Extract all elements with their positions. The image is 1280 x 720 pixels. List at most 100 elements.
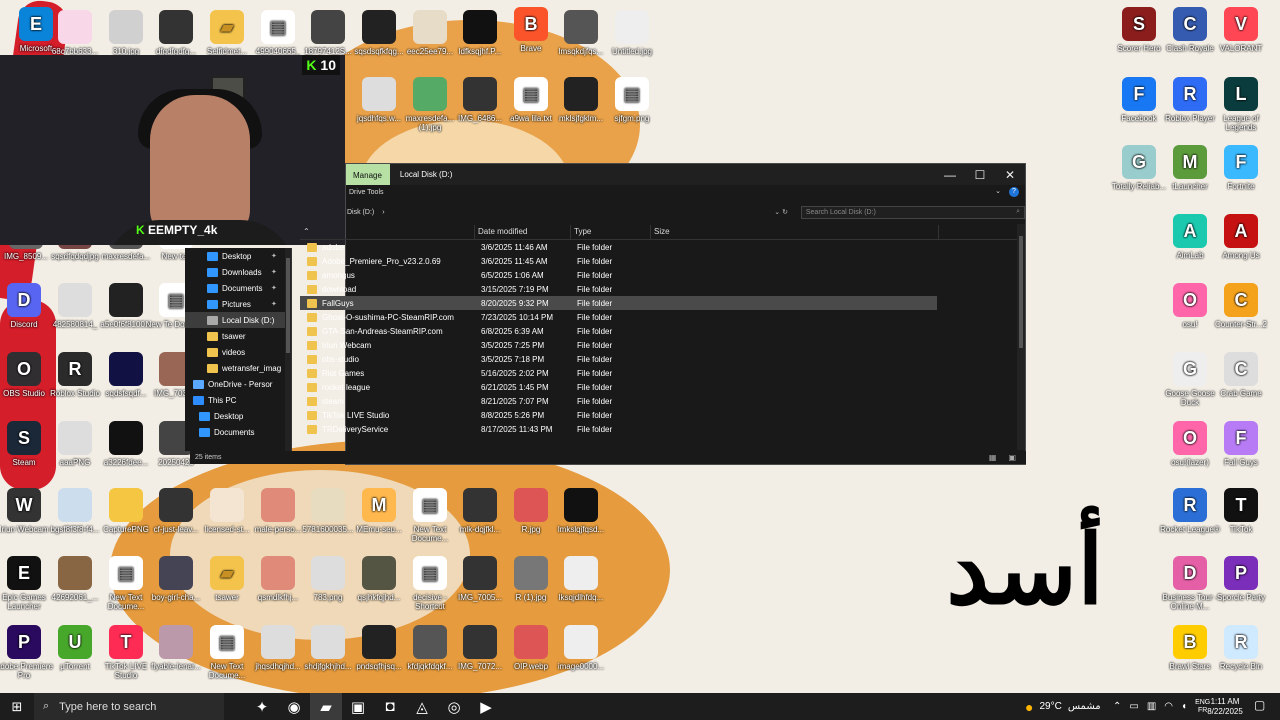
valorant-icon[interactable]: ◬	[406, 693, 438, 720]
game-icon: G	[1122, 145, 1156, 179]
file-type: File folder	[577, 368, 613, 378]
file-type: File folder	[577, 396, 613, 406]
desktop-icon-file[interactable]: ▤ sjfgm.png	[601, 77, 663, 123]
desktop-icon-cs2[interactable]: C Counter-Str...2	[1210, 283, 1272, 329]
file-row[interactable]: Tunisia Map 1.2 For ETS2 Version 1.514/1…	[300, 436, 1025, 437]
navigation-item[interactable]: OneDrive - Persor	[185, 376, 291, 392]
size-column-header[interactable]: Size	[651, 224, 939, 239]
file-row[interactable]: download 3/15/2025 7:19 PM File folder	[300, 282, 1025, 296]
navigation-item[interactable]: Documents ✦	[185, 280, 291, 296]
file-row[interactable]: Iriun Webcam 3/5/2025 7:25 PM File folder	[300, 338, 1025, 352]
navigation-item-label: Documents	[222, 283, 263, 293]
navigation-item[interactable]: Downloads ✦	[185, 264, 291, 280]
file-row[interactable]: adobe 3/6/2025 11:46 AM File folder	[300, 240, 1025, 254]
type-column-header[interactable]: Type	[571, 224, 651, 239]
weather-widget[interactable]: ● 29°C مشمس	[1025, 693, 1101, 720]
navigation-item-label: Downloads	[222, 267, 262, 277]
desktop-icon-crab[interactable]: C Crab Game	[1210, 352, 1272, 398]
name-column-header[interactable]: ⌃	[300, 224, 475, 239]
search-input[interactable]: Search Local Disk (D:) ⌕	[800, 205, 1025, 219]
file-explorer-icon[interactable]: ▰	[310, 693, 342, 720]
navigation-item[interactable]: Desktop	[185, 408, 291, 424]
volume-icon[interactable]: ◖	[1181, 701, 1187, 712]
desktop-icon-image[interactable]: image0000...	[550, 625, 612, 671]
navigation-item[interactable]: This PC	[185, 392, 291, 408]
navigation-item[interactable]: tsawer	[185, 328, 291, 344]
taskbar-search[interactable]: ⌕ Type here to search	[34, 693, 224, 720]
tiktok-live-icon[interactable]: ▶	[470, 693, 502, 720]
file-row[interactable]: Riot Games 5/16/2025 2:02 PM File folder	[300, 366, 1025, 380]
desktop-icon-amongus[interactable]: A Among Us	[1210, 214, 1272, 260]
address-bar[interactable]: Disk (D:) ›	[346, 209, 774, 216]
chrome-icon[interactable]: ◎	[438, 693, 470, 720]
file-row[interactable]: steam 8/21/2025 7:07 PM File folder	[300, 394, 1025, 408]
navigation-item[interactable]: Documents	[185, 424, 291, 440]
desktop-icon-label: New Text Docume...	[107, 593, 145, 611]
navigation-item[interactable]: Pictures ✦	[185, 296, 291, 312]
file-list-scrollbar[interactable]	[1017, 224, 1025, 450]
desktop-icon-lol[interactable]: L League of Legends	[1210, 77, 1272, 132]
edge-icon[interactable]: ◉	[278, 693, 310, 720]
file-row[interactable]: Adobe_Premiere_Pro_v23.2.0.69 3/6/2025 11…	[300, 254, 1025, 268]
wifi-icon[interactable]: ◠	[1164, 701, 1173, 712]
folder-icon	[307, 284, 317, 294]
navigation-item[interactable]: Local Disk (D:)	[185, 312, 291, 328]
breadcrumb-arrow-icon[interactable]: ›	[382, 209, 384, 216]
start-button[interactable]: ⊞	[0, 699, 34, 715]
chevron-up-icon[interactable]: ⌃	[1113, 701, 1121, 712]
clock[interactable]: 1:11 AM 8/22/2025	[1205, 697, 1245, 717]
file-row[interactable]: amongus 6/5/2025 1:06 AM File folder	[300, 268, 1025, 282]
help-icon[interactable]: ?	[1009, 187, 1019, 197]
notifications-icon[interactable]: ▢	[1254, 698, 1265, 712]
date-column-header[interactable]: Date modified	[475, 224, 571, 239]
navigation-item[interactable]: Desktop ✦	[185, 248, 291, 264]
navigation-scroll-thumb[interactable]	[286, 258, 290, 353]
desktop-icon-image[interactable]: lksqjdlhfdq...	[550, 556, 612, 602]
file-row[interactable]: obs-studio 3/5/2025 7:18 PM File folder	[300, 352, 1025, 366]
copilot-icon[interactable]: ✦	[246, 693, 278, 720]
maximize-button[interactable]: ☐	[965, 164, 995, 185]
desktop-icon-fortnite[interactable]: F Fortnite	[1210, 145, 1272, 191]
desktop-icon-fallguys[interactable]: F Fall Guys	[1210, 421, 1272, 467]
desktop-icon-recycle[interactable]: R Recycle Bin	[1210, 625, 1272, 671]
navigation-item[interactable]: videos	[185, 344, 291, 360]
navigation-item[interactable]: wetransfer_imag	[185, 360, 291, 376]
pin-icon: ✦	[271, 301, 277, 308]
file-row[interactable]: GTA-San-Andreas-SteamRIP.com 6/8/2025 6:3…	[300, 324, 1025, 338]
desktop-icon-image[interactable]: lmkslqjfqsd...	[550, 488, 612, 534]
outlook-icon[interactable]: ◘	[374, 693, 406, 720]
desktop-icon-party[interactable]: P Sporcle Party	[1210, 556, 1272, 602]
download-icon	[207, 267, 218, 277]
window-title: Local Disk (D:)	[399, 170, 453, 179]
store-icon[interactable]: ▣	[342, 693, 374, 720]
manage-tab[interactable]: Manage	[346, 164, 390, 185]
file-row[interactable]: TikTok LIVE Studio 8/8/2025 5:26 PM File f…	[300, 408, 1025, 422]
ribbon-expand-icon[interactable]: ⌄	[995, 188, 1001, 195]
desktop-icon-label: Brave	[520, 44, 542, 53]
file-list-scroll-thumb[interactable]	[1019, 236, 1023, 348]
navigation-scrollbar[interactable]	[285, 248, 291, 451]
file-row[interactable]: rocket league 6/21/2025 1:45 PM File folde…	[300, 380, 1025, 394]
desktop-icon-label: 482580814_	[52, 320, 98, 329]
details-view-icon[interactable]: ▦	[989, 453, 997, 462]
network-icon[interactable]: ▭	[1129, 701, 1138, 712]
explorer-titlebar[interactable]: Manage Local Disk (D:) — ☐ ✕	[346, 164, 1025, 185]
navigation-pane[interactable]: Desktop ✦ Downloads ✦ Documents ✦ Pictures ✦ Loc…	[185, 248, 292, 451]
image-icon	[564, 77, 598, 111]
desktop-icon-image[interactable]: Untitled.jpg	[601, 10, 663, 56]
file-type: File folder	[577, 256, 613, 266]
drive-tools-tab[interactable]: Drive Tools	[349, 189, 384, 196]
minimize-button[interactable]: —	[935, 164, 965, 185]
desktop-icon-tiktok[interactable]: T TikTok	[1210, 488, 1272, 534]
folder-sync-icon[interactable]: ▥	[1147, 701, 1156, 712]
large-icons-view-icon[interactable]: ▣	[1008, 453, 1016, 462]
file-row[interactable]: Ghost-O-sushima-PC-SteamRIP.com 7/23/2025…	[300, 310, 1025, 324]
desktop-icon-label: Totally Reliab...	[1111, 182, 1167, 191]
refresh-icons[interactable]: ⌄ ↻	[774, 208, 799, 216]
file-list[interactable]: ⌃ Date modified Type Size adobe 3/6/2025 …	[300, 224, 1025, 450]
desktop-icon-valorant[interactable]: V VALORANT	[1210, 7, 1272, 53]
close-button[interactable]: ✕	[995, 164, 1025, 185]
file-icon: ▤	[109, 556, 143, 590]
file-row[interactable]: TRDeliveryService 8/17/2025 11:43 PM File …	[300, 422, 1025, 436]
file-row[interactable]: FallGuys 8/20/2025 9:32 PM File folder	[300, 296, 937, 310]
